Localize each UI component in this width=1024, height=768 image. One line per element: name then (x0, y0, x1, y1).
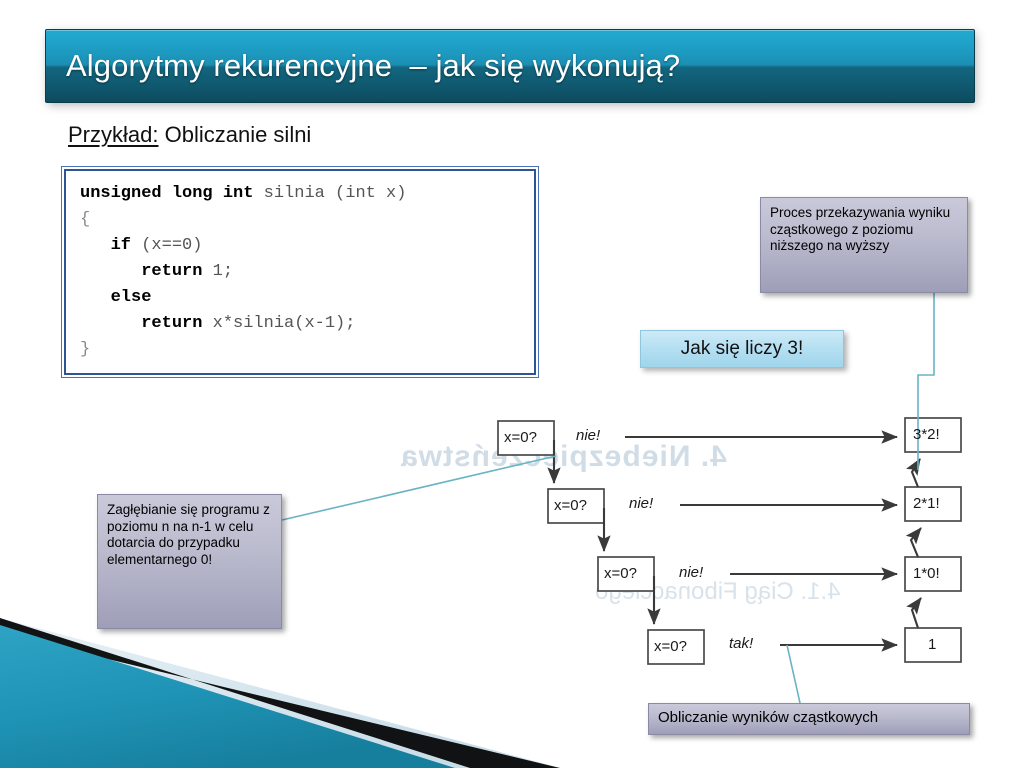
diagram-edge-label-1: nie! (576, 427, 601, 444)
diagram-node-right-4-label: 1 (928, 636, 937, 653)
diagram-edge-label-2: nie! (629, 495, 654, 512)
code-plain-3: (x==0) (131, 236, 203, 255)
code-plain-6: x*silnia(x-1); (202, 314, 356, 333)
code-plain-4: 1; (202, 262, 234, 281)
watermark-text-1: 4. Niebezpieczeństwa (400, 440, 727, 473)
highlight-label: Jak się liczy 3! (640, 330, 844, 368)
diagram-arrow-up-2 (905, 527, 922, 558)
code-block: unsigned long int silnia (int x) { if (x… (64, 169, 536, 375)
connector-bottom (786, 644, 801, 704)
code-plain-1: silnia (int x) (253, 184, 407, 203)
diagram-node-left-3-label: x=0? (604, 565, 637, 582)
diagram-edge-label-4: tak! (729, 635, 754, 652)
diagram-node-left-1-label: x=0? (504, 429, 537, 446)
diagram-node-right-2-label: 2*1! (913, 495, 940, 512)
callout-bottom: Obliczanie wyników cząstkowych (648, 703, 970, 735)
callout-left: Zagłębianie się programu z poziomu n na … (97, 494, 282, 629)
diagram-node-right-3-label: 1*0! (913, 565, 940, 582)
diagram-node-left-2-label: x=0? (554, 497, 587, 514)
title-bar: Algorytmy rekurencyjne – jak się wykonuj… (45, 29, 975, 103)
code-kw-5: else (80, 288, 152, 307)
callout-top-right: Proces przekazywania wyniku cząstkowego … (760, 197, 968, 293)
diagram-node-right-1-label: 3*2! (913, 426, 940, 443)
subtitle: Przykład: Obliczanie silni (68, 122, 311, 148)
code-plain-7: } (80, 340, 91, 359)
page-title: Algorytmy rekurencyjne – jak się wykonuj… (66, 48, 681, 83)
code-kw-1: unsigned long int (80, 184, 254, 203)
code-kw-3: if (80, 236, 132, 255)
connector-top-right (917, 293, 935, 470)
code-kw-6: return (80, 314, 203, 333)
diagram-arrow-up-1 (906, 458, 921, 488)
code-block-text: unsigned long int silnia (int x) { if (x… (66, 171, 534, 363)
code-kw-4: return (80, 262, 203, 281)
subtitle-rest: Obliczanie silni (158, 122, 312, 147)
slide-canvas: 4. Niebezpieczeństwa 4.1. Ciąg Fibonacci… (0, 0, 1024, 768)
diagram-arrow-up-3 (906, 597, 922, 629)
subtitle-label: Przykład: (68, 122, 159, 147)
code-plain-2: { (80, 210, 91, 229)
connector-left (281, 455, 557, 521)
watermark-text-2: 4.1. Ciąg Fibonacciego (595, 578, 841, 605)
diagram-edge-label-3: nie! (679, 564, 704, 581)
diagram-node-left-4-label: x=0? (654, 638, 687, 655)
